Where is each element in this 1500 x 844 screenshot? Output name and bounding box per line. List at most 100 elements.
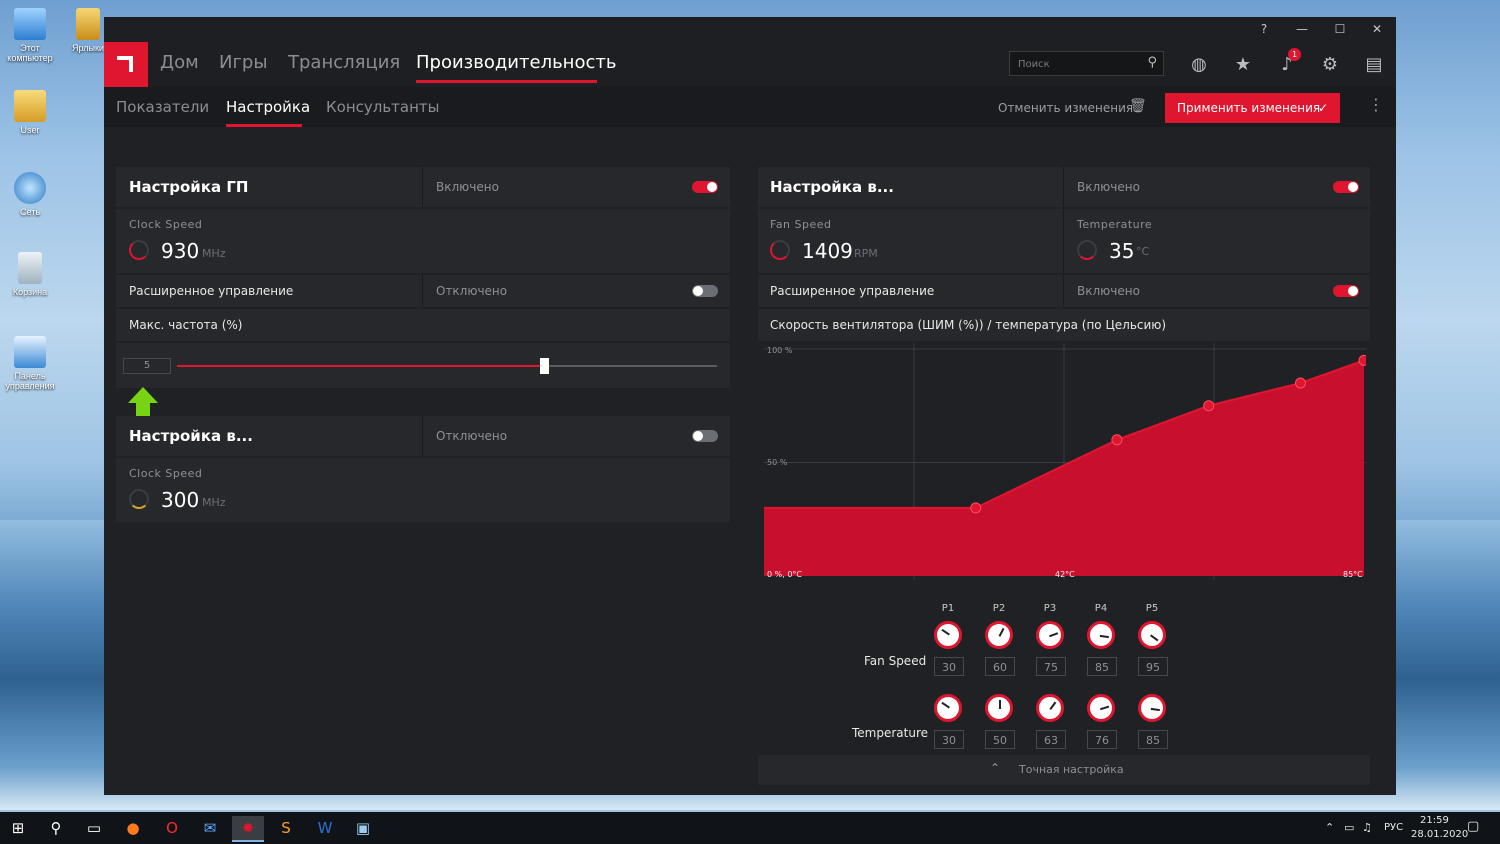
- fan-speed-input-p4[interactable]: 85: [1087, 657, 1117, 676]
- points-fan-speed-label: Fan Speed: [864, 654, 927, 668]
- max-freq-slider-track[interactable]: [177, 358, 717, 374]
- nav-performance[interactable]: Производительность: [416, 52, 616, 73]
- mail-icon[interactable]: ✉: [198, 816, 222, 840]
- more-options-icon[interactable]: ⋮: [1368, 95, 1384, 114]
- volume-icon[interactable]: ♫: [1362, 821, 1372, 834]
- nav-games[interactable]: Игры: [219, 52, 268, 73]
- help-button[interactable]: ?: [1256, 21, 1272, 37]
- vram-clock-label: Clock Speed: [129, 467, 203, 480]
- fan-curve-point-1[interactable]: [970, 502, 982, 514]
- nav-streaming[interactable]: Трансляция: [288, 52, 400, 73]
- radeon-icon[interactable]: ✸: [232, 816, 264, 842]
- temperature-value: 35: [1109, 239, 1135, 263]
- main-nav: Дом Игры Трансляция Производительность ⚲…: [104, 42, 1396, 87]
- fan-speed-knob-p5[interactable]: [1132, 615, 1172, 655]
- fan-curve-point-4[interactable]: [1294, 377, 1306, 389]
- gpu-advanced-label: Расширенное управление: [129, 284, 294, 298]
- gpu-advanced-toggle[interactable]: [692, 285, 718, 297]
- search-box[interactable]: ⚲: [1009, 51, 1164, 76]
- globe-icon[interactable]: ◍: [1188, 54, 1210, 76]
- tray-chevron-icon[interactable]: ⌃: [1325, 821, 1334, 834]
- sidebar-icon[interactable]: ▤: [1363, 54, 1385, 76]
- fan-speed-knob-p1[interactable]: [928, 615, 968, 655]
- temperature-input-p2[interactable]: 50: [985, 730, 1015, 749]
- temperature-input-p1[interactable]: 30: [934, 730, 964, 749]
- network-icon: [14, 172, 46, 204]
- word-icon[interactable]: W: [313, 816, 337, 840]
- amd-logo-icon[interactable]: [104, 42, 148, 87]
- language-indicator[interactable]: РУС: [1384, 822, 1403, 833]
- fan-curve-point-5[interactable]: [1358, 354, 1366, 366]
- temperature-knob-p2[interactable]: [985, 694, 1013, 722]
- temperature-input-p3[interactable]: 63: [1036, 730, 1066, 749]
- windows-start-icon[interactable]: ⊞: [6, 816, 30, 840]
- temperature-input-p5[interactable]: 85: [1138, 730, 1168, 749]
- maximize-button[interactable]: ☐: [1332, 21, 1348, 37]
- x-tick-42: 42°C: [1055, 570, 1075, 579]
- opera-icon[interactable]: O: [160, 816, 184, 840]
- fan-curve-header: Скорость вентилятора (ШИМ (%)) / темпера…: [758, 309, 1370, 341]
- temperature-knob-p3[interactable]: [1030, 688, 1070, 728]
- trash-icon[interactable]: 🗑︎: [1129, 98, 1147, 114]
- fan-curve-point-3[interactable]: [1203, 400, 1215, 412]
- action-center-icon[interactable]: ▢: [1467, 819, 1479, 834]
- sublime-icon[interactable]: S: [274, 816, 298, 840]
- fan-tuning-toggle[interactable]: [1333, 181, 1359, 193]
- origin-tick: 0 %, 0°C: [767, 570, 802, 579]
- temperature-knob-p1[interactable]: [928, 688, 968, 728]
- task-view-icon[interactable]: ▭: [82, 816, 106, 840]
- nav-home[interactable]: Дом: [160, 52, 199, 73]
- fan-speed-input-p2[interactable]: 60: [985, 657, 1015, 676]
- temperature-gauge: [1077, 240, 1097, 260]
- fan-speed-gauge: [770, 240, 790, 260]
- search-icon[interactable]: ⚲: [1147, 55, 1157, 70]
- network-tray-icon[interactable]: ▭: [1344, 821, 1354, 834]
- desktop-icon-recycle-bin[interactable]: Корзина: [0, 252, 60, 297]
- desktop-icon-this-pc[interactable]: Этот компьютер: [0, 8, 60, 63]
- tuning-content: Настройка ГП Включено Clock Speed 930 MH…: [104, 127, 1396, 795]
- point-label-p1: P1: [941, 603, 955, 614]
- fan-speed-input-p5[interactable]: 95: [1138, 657, 1168, 676]
- fan-advanced-toggle[interactable]: [1333, 285, 1359, 297]
- tab-advisors[interactable]: Консультанты: [326, 98, 440, 116]
- firefox-icon[interactable]: ●: [121, 816, 145, 840]
- max-freq-slider-row: 5: [116, 343, 730, 388]
- fan-speed-knob-p3[interactable]: [1032, 617, 1068, 653]
- fan-curve-point-2[interactable]: [1111, 434, 1123, 446]
- notepad-icon[interactable]: ▣: [351, 816, 375, 840]
- max-freq-slider-thumb[interactable]: [540, 358, 550, 374]
- tab-tuning[interactable]: Настройка: [226, 98, 310, 116]
- desktop-icon-network[interactable]: Сеть: [0, 172, 60, 217]
- search-input[interactable]: [1016, 56, 1140, 73]
- temperature-knob-p4[interactable]: [1083, 690, 1119, 726]
- chevron-up-icon: ⌃: [990, 761, 1001, 775]
- star-icon[interactable]: ★: [1232, 54, 1254, 76]
- search-icon[interactable]: ⚲: [44, 816, 68, 840]
- vram-tuning-toggle[interactable]: [692, 430, 718, 442]
- vram-clock-gauge: [129, 489, 149, 509]
- fan-curve-chart[interactable]: 100 % 50 % 0 %, 0°C 42°C 85°C: [764, 343, 1366, 580]
- fan-speed-input-p1[interactable]: 30: [934, 657, 964, 676]
- fine-tune-row[interactable]: ⌃ Точная настройка: [758, 755, 1370, 785]
- fan-speed-knob-p4[interactable]: [1085, 619, 1117, 651]
- discard-changes-button[interactable]: Отменить изменения: [998, 101, 1133, 115]
- fan-advanced-label: Расширенное управление: [770, 284, 935, 298]
- tab-metrics[interactable]: Показатели: [116, 98, 209, 116]
- gear-icon[interactable]: ⚙: [1319, 54, 1341, 76]
- vram-tuning-state: Отключено: [436, 429, 508, 443]
- temperature-input-p4[interactable]: 76: [1087, 730, 1117, 749]
- temperature-knob-p5[interactable]: [1136, 692, 1168, 724]
- desktop-icon-control-panel[interactable]: Панель управления: [0, 336, 60, 391]
- max-freq-value[interactable]: 5: [123, 358, 171, 374]
- clock-date[interactable]: 28.01.2020: [1411, 829, 1468, 840]
- clock-time[interactable]: 21:59: [1420, 815, 1449, 826]
- close-button[interactable]: ✕: [1369, 21, 1385, 37]
- fan-speed-input-p3[interactable]: 75: [1036, 657, 1066, 676]
- minimize-button[interactable]: —: [1294, 21, 1310, 37]
- desktop-icon-user[interactable]: User: [0, 90, 60, 135]
- gpu-tuning-toggle[interactable]: [692, 181, 718, 193]
- fan-speed-knob-p2[interactable]: [980, 616, 1018, 654]
- fan-tuning-title: Настройка в...: [770, 178, 894, 196]
- fan-points-controls: Fan Speed Temperature P1 30 30 P2 60 50 P3 75 63…: [758, 582, 1370, 754]
- apply-changes-button[interactable]: Применить изменения ✓: [1165, 93, 1340, 123]
